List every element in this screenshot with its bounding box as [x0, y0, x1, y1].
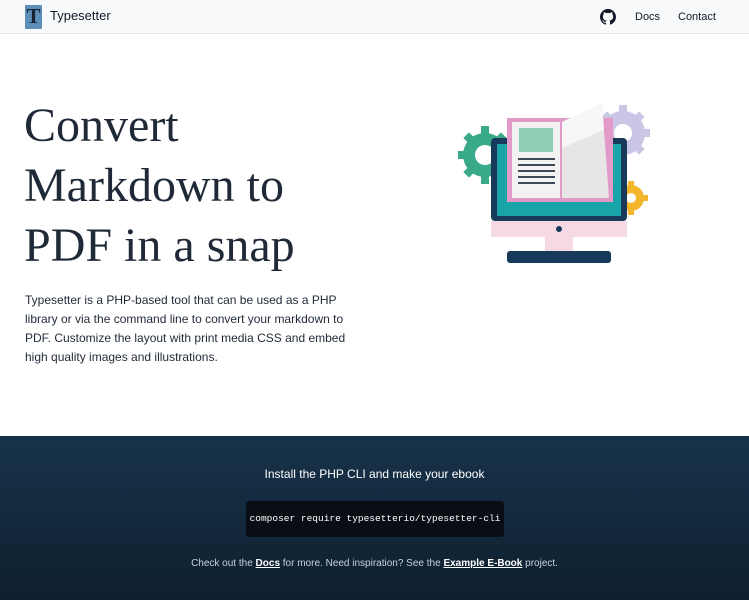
hero-title: Convert Markdown to PDF in a snap: [24, 96, 384, 276]
computer-book-illustration: [458, 103, 650, 263]
typesetter-logo-icon[interactable]: T: [25, 5, 42, 29]
hero-title-line: PDF in a snap: [24, 219, 295, 272]
more-suffix: project.: [522, 558, 558, 569]
install-command: composer require typesetterio/typesetter…: [249, 513, 501, 524]
more-middle: for more. Need inspiration? See the: [280, 558, 444, 569]
install-heading: Install the PHP CLI and make your ebook: [264, 467, 485, 481]
hero-title-line: Convert: [24, 99, 179, 152]
nav-contact-link[interactable]: Contact: [678, 10, 716, 24]
example-ebook-link[interactable]: Example E-Book: [443, 558, 522, 569]
logo-letter: T: [26, 5, 41, 28]
more-info-text: Check out the Docs for more. Need inspir…: [0, 557, 749, 571]
top-navbar: T Typesetter Docs Contact: [0, 0, 749, 34]
brand-name[interactable]: Typesetter: [50, 8, 111, 24]
github-icon[interactable]: [600, 9, 616, 25]
nav-docs-link[interactable]: Docs: [635, 10, 660, 24]
install-command-box[interactable]: composer require typesetterio/typesetter…: [246, 501, 504, 537]
hero-title-line: Markdown to: [24, 159, 284, 212]
more-prefix: Check out the: [191, 558, 256, 569]
docs-link[interactable]: Docs: [256, 558, 280, 569]
open-book-icon: [507, 103, 613, 202]
hero-description: Typesetter is a PHP-based tool that can …: [25, 293, 346, 364]
